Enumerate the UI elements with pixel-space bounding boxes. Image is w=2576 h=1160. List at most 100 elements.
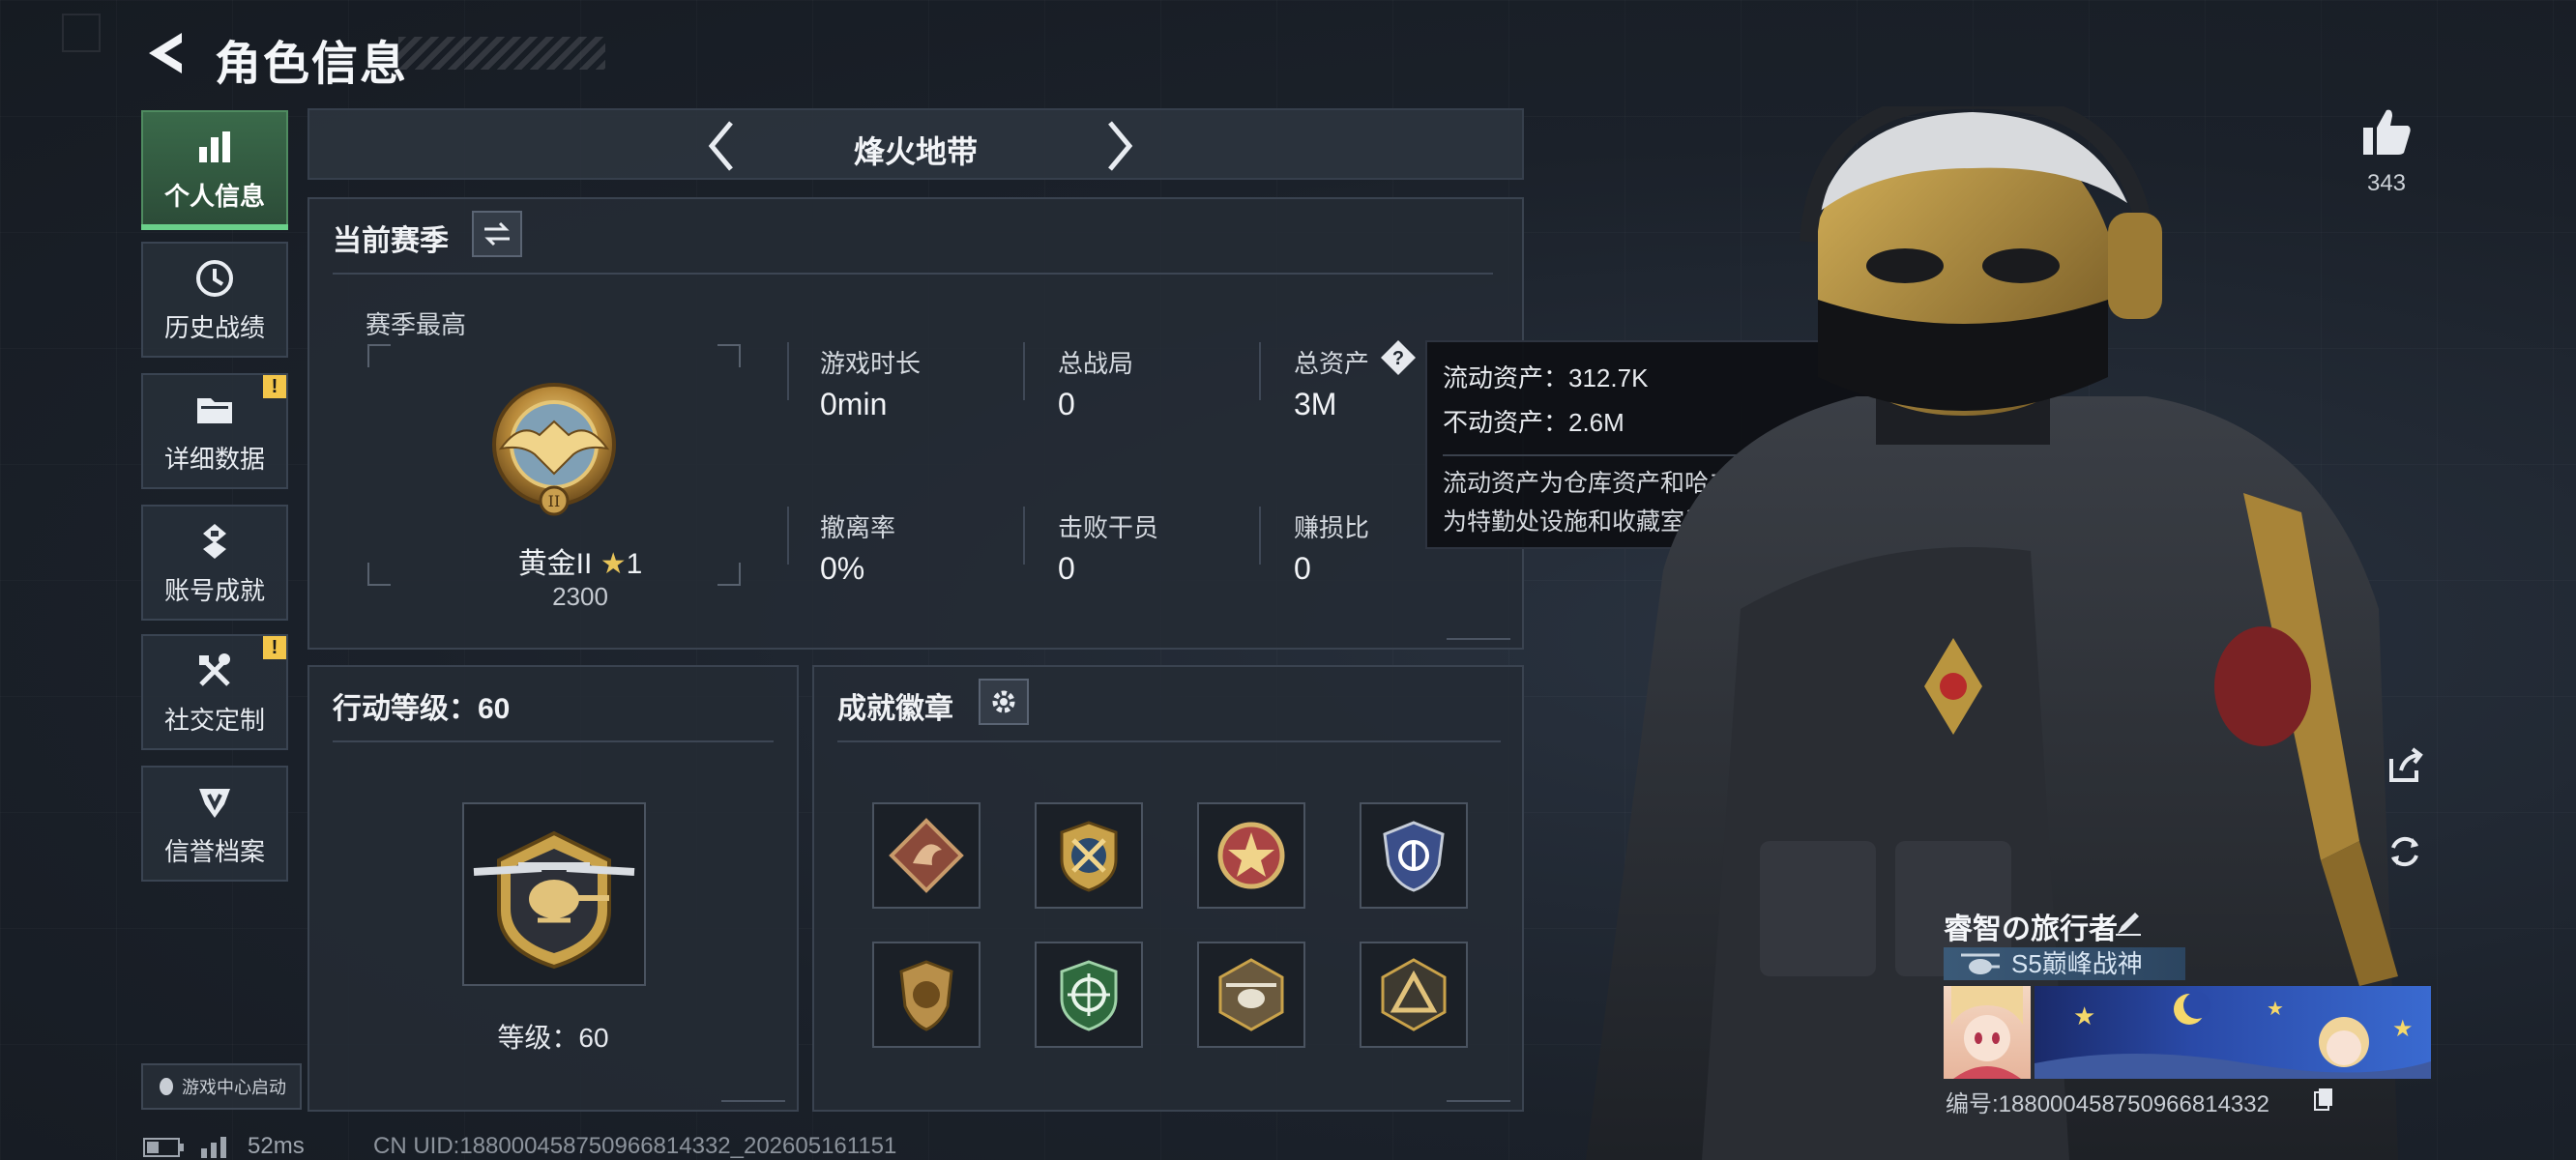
sidebar-item-label: 历史战绩	[163, 312, 265, 342]
stat-value: 0	[1058, 551, 1075, 586]
network-ping: 52ms	[248, 1133, 305, 1159]
stat-label: 赚损比	[1294, 513, 1370, 542]
stat-value: 3M	[1294, 387, 1337, 421]
svg-text:?: ?	[1392, 348, 1404, 369]
notification-badge: !	[263, 636, 286, 659]
mode-next-button[interactable]	[1091, 110, 1149, 182]
achievement-title: 成就徽章	[837, 693, 953, 725]
panel-corner-decor	[1447, 1087, 1510, 1102]
player-id: 编号:188000458750966814332	[1946, 1091, 2269, 1117]
notification-badge: !	[263, 375, 286, 398]
gear-icon	[992, 690, 1015, 713]
stat-divider	[1259, 507, 1261, 565]
achievement-badge[interactable]	[1035, 942, 1143, 1048]
sidebar-item-label: 账号成就	[163, 575, 265, 605]
panel-divider	[333, 740, 774, 742]
stat-label: 撤离率	[820, 513, 896, 542]
game-center-launch-label: 游戏中心启动	[182, 1078, 286, 1097]
stat-value: 0min	[820, 387, 888, 421]
svg-text:★: ★	[2267, 997, 2284, 1020]
sidebar-item-reputation[interactable]: 信誉档案	[141, 766, 288, 882]
stat-label: 游戏时长	[820, 349, 922, 378]
achievement-badge[interactable]	[1360, 802, 1468, 909]
like-button[interactable]	[2359, 104, 2414, 159]
achievement-settings-button[interactable]	[979, 679, 1029, 725]
history-clock-icon	[192, 256, 237, 301]
star-icon: ★	[600, 548, 627, 580]
chevron-right-icon	[1108, 121, 1133, 171]
rank-row: 黄金II ★1	[474, 539, 687, 582]
triangle-badge-icon	[1381, 958, 1447, 1031]
stat-label: 总战局	[1058, 349, 1134, 378]
helicopter-level-emblem-icon	[473, 830, 635, 970]
back-button[interactable]	[143, 29, 188, 77]
rank-score: 2300	[552, 582, 608, 611]
achievement-badge[interactable]	[1197, 802, 1305, 909]
sidebar-item-profile[interactable]: 个人信息	[141, 110, 288, 230]
achievement-panel: 成就徽章	[812, 665, 1524, 1112]
achievement-badge[interactable]	[1360, 942, 1468, 1048]
achievement-badge[interactable]	[1197, 942, 1305, 1048]
share-icon	[2389, 747, 2423, 782]
achievement-badge[interactable]	[872, 802, 981, 909]
signal-bars-icon	[201, 1137, 226, 1158]
player-avatar[interactable]	[1944, 986, 2031, 1079]
night-sky-banner-image: ★ ★ ★	[2034, 992, 2431, 1079]
achievement-badge[interactable]	[872, 942, 981, 1048]
qq-penguin-icon	[160, 1078, 173, 1095]
swap-arrows-icon	[484, 221, 510, 246]
copy-id-button[interactable]	[2313, 1087, 2334, 1112]
decor-corner	[62, 14, 101, 52]
stat-divider	[1023, 507, 1025, 565]
refresh-button[interactable]	[2381, 827, 2429, 876]
share-button[interactable]	[2381, 742, 2429, 791]
player-banner: ★ ★ ★	[2034, 986, 2431, 1079]
sidebar-item-history[interactable]: 历史战绩	[141, 242, 288, 358]
reputation-emblem-icon	[192, 780, 237, 825]
crossed-weapons-badge-icon	[1060, 821, 1118, 892]
level-emblem-frame	[462, 802, 646, 986]
page-title: 角色信息	[215, 39, 409, 90]
season-title: 当前赛季	[333, 225, 449, 257]
back-arrow-icon	[149, 33, 182, 73]
star-medal-badge-icon	[1217, 822, 1285, 889]
account-uid: CN UID:188000458750966814332_20260516115…	[373, 1133, 897, 1159]
svg-text:★: ★	[2392, 1015, 2414, 1042]
level-label: 等级：60	[497, 1023, 609, 1053]
helicopter-title-icon	[1961, 953, 2000, 974]
stat-label: 击败干员	[1058, 513, 1159, 542]
battery-icon	[143, 1138, 184, 1157]
stat-divider	[1023, 342, 1025, 400]
rank-name: 黄金II	[517, 548, 593, 580]
sidebar-item-label: 社交定制	[163, 705, 265, 735]
refresh-icon	[2391, 836, 2418, 867]
sidebar-item-label: 详细数据	[163, 444, 265, 474]
panel-divider	[837, 740, 1501, 742]
player-name: 睿智の旅行者	[1944, 914, 2118, 945]
rank-stars: 1	[626, 548, 643, 580]
edit-name-button[interactable]	[2114, 909, 2143, 938]
gold-rank-emblem-icon: II	[492, 383, 616, 516]
avatar-portrait-image	[1951, 986, 2023, 1079]
dragon-badge-icon	[889, 818, 964, 893]
achievement-gem-icon	[192, 519, 237, 564]
sidebar-item-achievements[interactable]: 账号成就	[141, 505, 288, 621]
lion-shield-badge-icon	[899, 960, 953, 1031]
stat-value: 0	[1294, 551, 1311, 586]
asset-help-button[interactable]: ?	[1379, 338, 1418, 377]
action-level-panel: 行动等级：60 等级：60	[307, 665, 799, 1112]
sidebar-item-details[interactable]: 详细数据 !	[141, 373, 288, 489]
panel-corner-decor	[1447, 624, 1510, 640]
game-center-launch-button[interactable]: 游戏中心启动	[141, 1063, 302, 1110]
pencil-icon	[2116, 913, 2141, 936]
season-panel: 当前赛季 赛季最高 II 黄金II ★1 2300 游戏时长 0min 总战局 …	[307, 197, 1524, 650]
folder-icon	[192, 388, 237, 432]
mode-switcher: 烽火地带	[307, 108, 1524, 180]
sidebar-item-social[interactable]: 社交定制 !	[141, 634, 288, 750]
panel-divider	[333, 273, 1493, 275]
stat-divider	[1259, 342, 1261, 400]
question-diamond-icon: ?	[1381, 340, 1416, 375]
season-switch-button[interactable]	[472, 211, 522, 257]
achievement-badge[interactable]	[1035, 802, 1143, 909]
green-crosshair-badge-icon	[1060, 960, 1118, 1031]
